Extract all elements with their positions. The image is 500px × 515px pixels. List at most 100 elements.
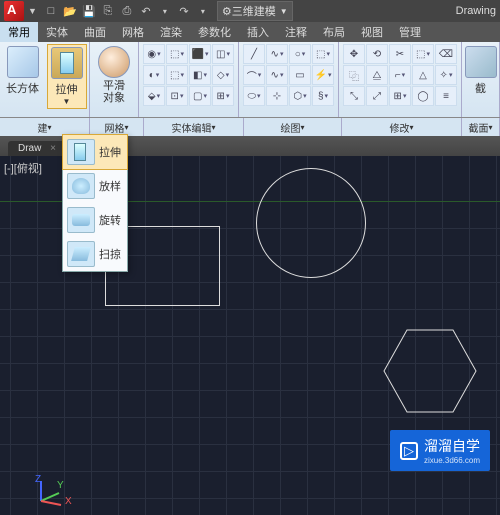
box-button[interactable]: 长方体 — [3, 44, 43, 109]
cone-icon[interactable]: △ — [412, 65, 434, 85]
workspace-selector[interactable]: ⚙ 三维建模 ▼ — [217, 1, 293, 21]
scale-icon[interactable]: ⤢ — [366, 86, 388, 106]
tab-mesh[interactable]: 网格 — [114, 22, 152, 42]
extrude-icon — [67, 139, 95, 165]
wire-icon[interactable]: ⬚ — [412, 44, 434, 64]
extrude-button[interactable]: 拉伸 ▼ — [47, 44, 87, 109]
flyout-revolve[interactable]: 旋转 — [63, 203, 127, 237]
panel-modify: ✥ ⟲ ✂ ⬚ ⌫ ⿻ ⧋ ⌐ △ ✧ ⤡ ⤢ ⊞ ◯ ≡ — [339, 42, 462, 117]
point-icon[interactable]: ⊹ — [266, 86, 288, 106]
saveas-icon[interactable]: ⎘ — [100, 3, 116, 19]
grid-line — [0, 282, 500, 283]
rect-icon[interactable]: ▭ — [289, 65, 311, 85]
sphere-icon[interactable]: ◯ — [412, 86, 434, 106]
box-icon — [7, 46, 39, 78]
circle-entity[interactable] — [256, 168, 366, 278]
cube-icon[interactable]: ⬚ — [312, 44, 334, 64]
document-title: Drawing — [456, 5, 496, 17]
polysolid-icon[interactable]: ◉ — [143, 44, 165, 64]
fillet-icon[interactable]: ⌐ — [389, 65, 411, 85]
grid-line — [0, 498, 500, 499]
play-icon: ▷ — [400, 442, 418, 460]
tab-solid[interactable]: 实体 — [38, 22, 76, 42]
close-icon[interactable]: × — [50, 143, 56, 154]
app-logo-icon[interactable] — [4, 1, 24, 21]
tab-surface[interactable]: 曲面 — [76, 22, 114, 42]
spline-icon[interactable]: ∿ — [266, 65, 288, 85]
view-label[interactable]: [-][俯视] — [4, 160, 42, 176]
file-tab[interactable]: Draw × — [8, 141, 66, 156]
ribbon-tabs: 常用 实体 曲面 网格 渲染 参数化 插入 注释 布局 视图 管理 — [0, 22, 500, 42]
slice-icon[interactable]: ◧ — [189, 65, 211, 85]
shell-icon[interactable]: ▢ — [189, 86, 211, 106]
trim-icon[interactable]: ✂ — [389, 44, 411, 64]
grid-line — [0, 471, 500, 472]
tab-annotate[interactable]: 注释 — [277, 22, 315, 42]
plabel-draw[interactable]: 绘图 — [244, 118, 342, 136]
extract-icon[interactable]: ◫ — [212, 44, 234, 64]
stretch-icon[interactable]: ⤡ — [343, 86, 365, 106]
subtract-icon[interactable]: ⬚ — [166, 65, 188, 85]
copy-icon[interactable]: ⿻ — [343, 65, 365, 85]
flyout-extrude[interactable]: 拉伸 — [62, 134, 128, 170]
plabel-modify[interactable]: 修改 — [342, 118, 462, 136]
pline-icon[interactable]: ∿ — [266, 44, 288, 64]
presspull-icon[interactable]: ⬚ — [166, 44, 188, 64]
qat-chevron-icon[interactable]: ▾ — [157, 3, 173, 19]
ucs-x-label: X — [65, 496, 72, 507]
offset-icon[interactable]: ⊞ — [212, 86, 234, 106]
print-icon[interactable]: ⎙ — [119, 3, 135, 19]
array-icon[interactable]: ⊞ — [389, 86, 411, 106]
mirror-icon[interactable]: ⧋ — [366, 65, 388, 85]
ellipse-icon[interactable]: ⬭ — [243, 86, 265, 106]
polygon-icon[interactable]: ⬡ — [289, 86, 311, 106]
open-icon[interactable]: 📂 — [62, 3, 78, 19]
edge-icon[interactable]: ◇ — [212, 65, 234, 85]
align-icon[interactable]: ≡ — [435, 86, 457, 106]
line-icon[interactable]: ╱ — [243, 44, 265, 64]
erase-icon[interactable]: ⌫ — [435, 44, 457, 64]
arc-icon[interactable]: ⌒ — [243, 65, 265, 85]
watermark: ▷ 溜溜自学 zixue.3d66.com — [390, 430, 490, 471]
smooth-icon — [98, 46, 130, 78]
tab-parametric[interactable]: 参数化 — [190, 22, 239, 42]
extrude-icon — [51, 47, 83, 79]
flyout-sweep[interactable]: 扫掠 — [63, 237, 127, 271]
tab-manage[interactable]: 管理 — [391, 22, 429, 42]
plabel-section[interactable]: 截面 — [462, 118, 500, 136]
intersect-icon[interactable]: ⊡ — [166, 86, 188, 106]
loft-icon — [67, 173, 95, 199]
tab-view[interactable]: 视图 — [353, 22, 391, 42]
tab-insert[interactable]: 插入 — [239, 22, 277, 42]
hexagon-entity[interactable] — [380, 326, 480, 416]
box-label: 长方体 — [6, 80, 39, 96]
revolve-icon[interactable]: ◐ — [143, 65, 165, 85]
new-icon[interactable]: □ — [43, 3, 59, 19]
circle-icon[interactable]: ○ — [289, 44, 311, 64]
move-icon[interactable]: ✥ — [343, 44, 365, 64]
bolt-icon[interactable]: ⚡ — [312, 65, 334, 85]
tab-render[interactable]: 渲染 — [152, 22, 190, 42]
explode-icon[interactable]: ✧ — [435, 65, 457, 85]
qat-chevron2-icon[interactable]: ▾ — [195, 3, 211, 19]
flyout-loft[interactable]: 放样 — [63, 169, 127, 203]
redo-icon[interactable]: ↷ — [176, 3, 192, 19]
save-icon[interactable]: 💾 — [81, 3, 97, 19]
tab-layout[interactable]: 布局 — [315, 22, 353, 42]
flyout-label: 拉伸 — [99, 144, 121, 160]
union-icon[interactable]: ⬛ — [189, 44, 211, 64]
panel-draw: ╱ ∿ ○ ⬚ ⌒ ∿ ▭ ⚡ ⬭ ⊹ ⬡ § — [239, 42, 339, 117]
sweep-icon[interactable]: ⬙ — [143, 86, 165, 106]
helix-icon[interactable]: § — [312, 86, 334, 106]
undo-icon[interactable]: ↶ — [138, 3, 154, 19]
app-menu-chevron-icon[interactable]: ▼ — [28, 6, 37, 16]
rotate-icon[interactable]: ⟲ — [366, 44, 388, 64]
watermark-sub: zixue.3d66.com — [424, 456, 480, 465]
tab-home[interactable]: 常用 — [0, 22, 38, 42]
plabel-solidedit[interactable]: 实体编辑 — [144, 118, 244, 136]
panel-mesh: 平滑 对象 — [90, 42, 139, 117]
smooth-button[interactable]: 平滑 对象 — [94, 44, 134, 106]
section-button[interactable]: 截 — [461, 44, 500, 98]
grid-line — [0, 309, 500, 310]
chevron-down-icon: ▼ — [63, 97, 71, 106]
